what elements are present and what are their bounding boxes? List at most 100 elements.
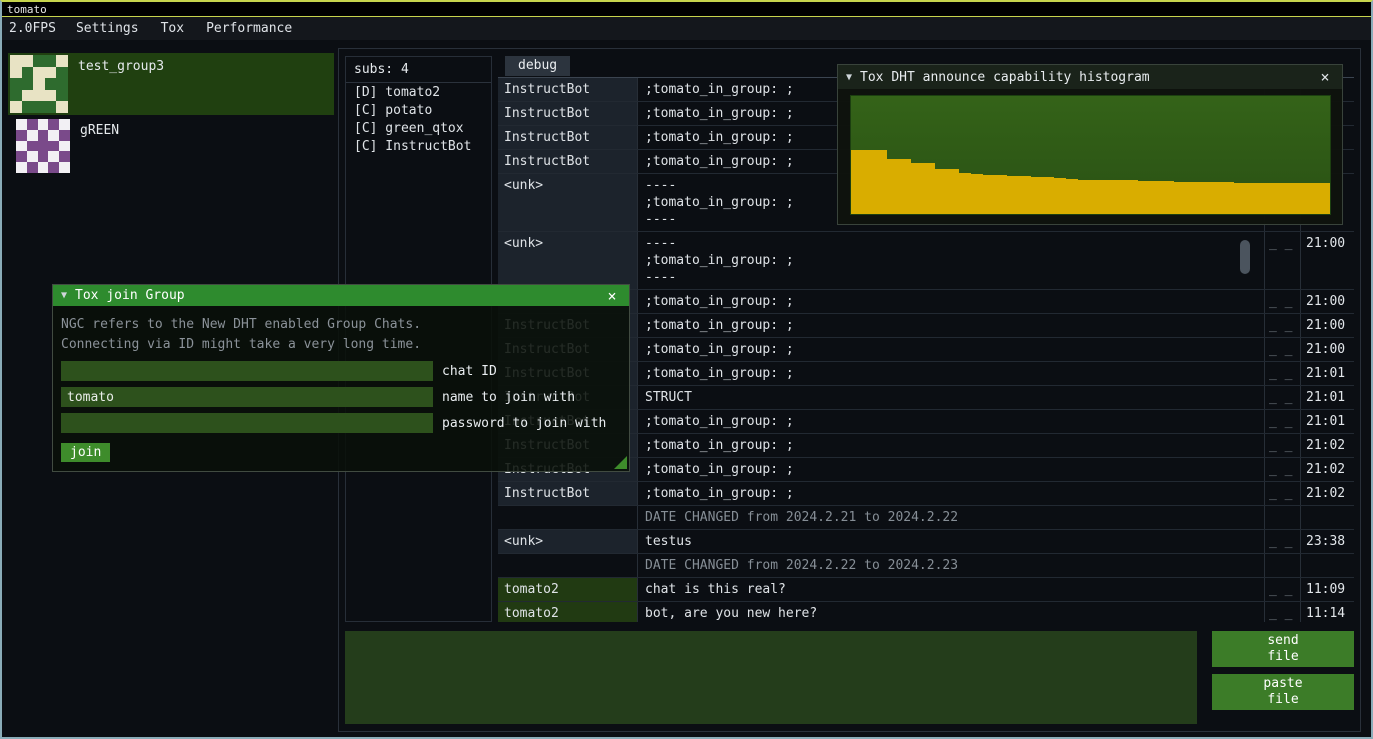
group-name: test_group3 bbox=[78, 59, 164, 113]
chat-message-row[interactable]: tomato2bot, are you new here?_ _11:14 bbox=[498, 602, 1354, 622]
date-changed-text: DATE CHANGED from 2024.2.22 to 2024.2.23 bbox=[638, 554, 1265, 577]
collapse-arrow-icon[interactable]: ▼ bbox=[61, 290, 67, 301]
chat-message-row[interactable]: <unk>testus_ _23:38 bbox=[498, 530, 1354, 554]
chat-id-input[interactable] bbox=[61, 361, 433, 381]
histogram-bar bbox=[1054, 178, 1066, 214]
message-input[interactable] bbox=[345, 631, 1197, 724]
histogram-bar bbox=[887, 159, 899, 214]
group-list-item[interactable]: test_group3 bbox=[8, 53, 334, 115]
histogram-bar bbox=[1282, 183, 1294, 214]
histogram-bar bbox=[995, 175, 1007, 214]
close-icon[interactable]: × bbox=[603, 287, 621, 305]
message-timestamp: 21:01 bbox=[1301, 362, 1354, 385]
message-status: _ _ bbox=[1265, 458, 1301, 481]
histogram-bar bbox=[1150, 181, 1162, 214]
resize-grip[interactable] bbox=[614, 456, 627, 469]
chat-scrollbar-thumb[interactable] bbox=[1240, 240, 1250, 274]
subscriber-item[interactable]: [C] InstructBot bbox=[346, 137, 491, 155]
message-timestamp: 21:00 bbox=[1301, 338, 1354, 361]
message-author: InstructBot bbox=[498, 150, 638, 173]
join-window-titlebar[interactable]: ▼ Tox join Group × bbox=[53, 285, 629, 306]
dht-histogram-window[interactable]: ▼ Tox DHT announce capability histogram … bbox=[837, 64, 1343, 225]
window-titlebar[interactable]: tomato bbox=[2, 2, 1371, 17]
message-timestamp: 11:09 bbox=[1301, 578, 1354, 601]
message-author: InstructBot bbox=[498, 482, 638, 505]
menu-performance[interactable]: Performance bbox=[195, 17, 303, 40]
histogram-bar bbox=[1258, 183, 1270, 214]
subscriber-item[interactable]: [D] tomato2 bbox=[346, 83, 491, 101]
message-author: InstructBot bbox=[498, 102, 638, 125]
histogram-bar bbox=[1114, 180, 1126, 214]
group-list-item[interactable]: gREEN bbox=[8, 117, 334, 175]
date-separator-row[interactable]: DATE CHANGED from 2024.2.22 to 2024.2.23 bbox=[498, 554, 1354, 578]
message-status bbox=[1265, 554, 1301, 577]
menu-settings[interactable]: Settings bbox=[65, 17, 150, 40]
histogram-bar bbox=[1210, 182, 1222, 214]
subscriber-item[interactable]: [C] green_qtox bbox=[346, 119, 491, 137]
join-password-input[interactable] bbox=[61, 413, 433, 433]
paste-file-button[interactable]: paste file bbox=[1212, 674, 1354, 710]
message-author: InstructBot bbox=[498, 78, 638, 101]
group-name: gREEN bbox=[80, 123, 119, 173]
histogram-bar bbox=[1306, 183, 1318, 214]
message-timestamp: 11:14 bbox=[1301, 602, 1354, 622]
message-author bbox=[498, 554, 638, 577]
histogram-bar bbox=[1078, 180, 1090, 214]
join-group-window[interactable]: ▼ Tox join Group × NGC refers to the New… bbox=[52, 284, 630, 472]
message-text: ;tomato_in_group: ; bbox=[638, 458, 1265, 481]
close-icon[interactable]: × bbox=[1316, 68, 1334, 86]
histogram-bar bbox=[959, 173, 971, 214]
join-button[interactable]: join bbox=[61, 443, 110, 462]
app-window: tomato 2.0FPS Settings Tox Performance t… bbox=[0, 0, 1373, 739]
chat-id-label: chat ID bbox=[442, 364, 497, 379]
chat-message-row[interactable]: tomato2chat is this real?_ _11:09 bbox=[498, 578, 1354, 602]
group-list: test_group3 gREEN bbox=[8, 53, 334, 177]
histogram-window-title: Tox DHT announce capability histogram bbox=[860, 70, 1150, 85]
message-status: _ _ bbox=[1265, 362, 1301, 385]
join-name-input[interactable] bbox=[61, 387, 433, 407]
collapse-arrow-icon[interactable]: ▼ bbox=[846, 72, 852, 83]
histogram-window-titlebar[interactable]: ▼ Tox DHT announce capability histogram … bbox=[838, 65, 1342, 89]
message-timestamp bbox=[1301, 506, 1354, 529]
histogram-bar bbox=[1043, 177, 1055, 214]
histogram-bar bbox=[1126, 180, 1138, 214]
message-text: ;tomato_in_group: ; bbox=[638, 482, 1265, 505]
chat-message-row[interactable]: <unk>---- ;tomato_in_group: ; ----_ _21:… bbox=[498, 232, 1354, 290]
message-text: bot, are you new here? bbox=[638, 602, 1265, 622]
message-status: _ _ bbox=[1265, 338, 1301, 361]
field-row: chat ID bbox=[61, 361, 621, 381]
histogram-bar bbox=[1031, 177, 1043, 214]
message-status: _ _ bbox=[1265, 290, 1301, 313]
histogram-bar bbox=[1162, 181, 1174, 214]
field-row: password to join with bbox=[61, 413, 621, 433]
ngc-info-text: NGC refers to the New DHT enabled Group … bbox=[61, 315, 621, 335]
histogram-bar bbox=[851, 150, 863, 214]
group-avatar-icon bbox=[16, 119, 70, 173]
join-window-body: NGC refers to the New DHT enabled Group … bbox=[53, 306, 629, 471]
message-text: ;tomato_in_group: ; bbox=[638, 410, 1265, 433]
message-author: InstructBot bbox=[498, 126, 638, 149]
date-separator-row[interactable]: DATE CHANGED from 2024.2.21 to 2024.2.22 bbox=[498, 506, 1354, 530]
message-status: _ _ bbox=[1265, 602, 1301, 622]
chat-message-row[interactable]: InstructBot;tomato_in_group: ;_ _21:02 bbox=[498, 482, 1354, 506]
window-title: tomato bbox=[7, 3, 47, 16]
histogram-bar bbox=[875, 150, 887, 214]
message-status: _ _ bbox=[1265, 578, 1301, 601]
histogram-bar bbox=[863, 150, 875, 214]
message-timestamp bbox=[1301, 554, 1354, 577]
histogram-bar bbox=[971, 174, 983, 214]
histogram-bar bbox=[899, 159, 911, 214]
menu-tox[interactable]: Tox bbox=[150, 17, 195, 40]
message-timestamp: 21:02 bbox=[1301, 482, 1354, 505]
subscriber-item[interactable]: [C] potato bbox=[346, 101, 491, 119]
send-file-button[interactable]: send file bbox=[1212, 631, 1354, 667]
histogram-bar bbox=[1138, 181, 1150, 214]
message-author: tomato2 bbox=[498, 602, 638, 622]
histogram-bar bbox=[1294, 183, 1306, 214]
message-status: _ _ bbox=[1265, 232, 1301, 289]
histogram-bar bbox=[1222, 182, 1234, 214]
histogram-plot bbox=[850, 95, 1331, 215]
tab-debug[interactable]: debug bbox=[505, 56, 570, 76]
message-text: ;tomato_in_group: ; bbox=[638, 362, 1265, 385]
message-timestamp: 21:02 bbox=[1301, 434, 1354, 457]
